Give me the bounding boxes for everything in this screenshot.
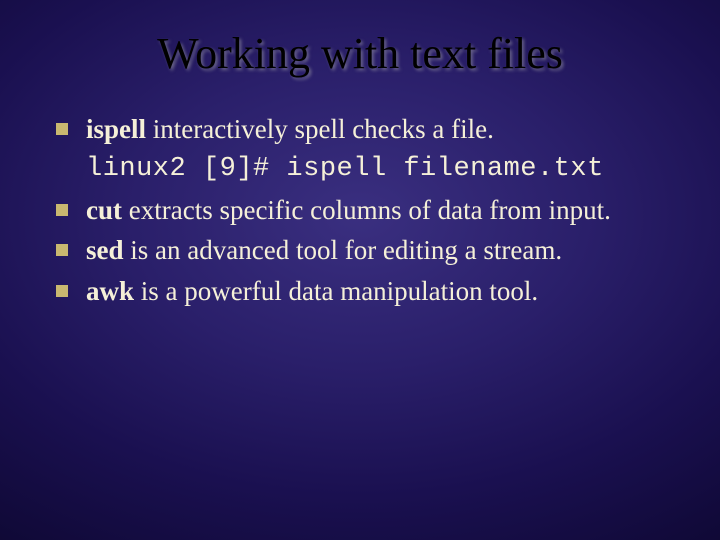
command-desc: is a powerful data manipulation tool.	[134, 276, 538, 306]
bullet-icon	[56, 123, 68, 135]
command-name: ispell	[86, 114, 146, 144]
bullet-icon	[56, 204, 68, 216]
bullet-icon	[56, 285, 68, 297]
list-item: sed is an advanced tool for editing a st…	[50, 232, 680, 268]
slide-title: Working with text files	[30, 28, 690, 79]
command-desc: is an advanced tool for editing a stream…	[124, 235, 563, 265]
slide: Working with text files ispell interacti…	[0, 0, 720, 540]
command-desc: interactively spell checks a file.	[146, 114, 494, 144]
code-line: linux2 [9]# ispell filename.txt	[50, 151, 680, 187]
list-item: ispell interactively spell checks a file…	[50, 111, 680, 147]
command-name: cut	[86, 195, 122, 225]
list-item: cut extracts specific columns of data fr…	[50, 192, 680, 228]
command-name: sed	[86, 235, 124, 265]
command-desc: extracts specific columns of data from i…	[122, 195, 611, 225]
bullet-icon	[56, 244, 68, 256]
command-name: awk	[86, 276, 134, 306]
list-item: awk is a powerful data manipulation tool…	[50, 273, 680, 309]
bullet-list: ispell interactively spell checks a file…	[30, 111, 690, 309]
